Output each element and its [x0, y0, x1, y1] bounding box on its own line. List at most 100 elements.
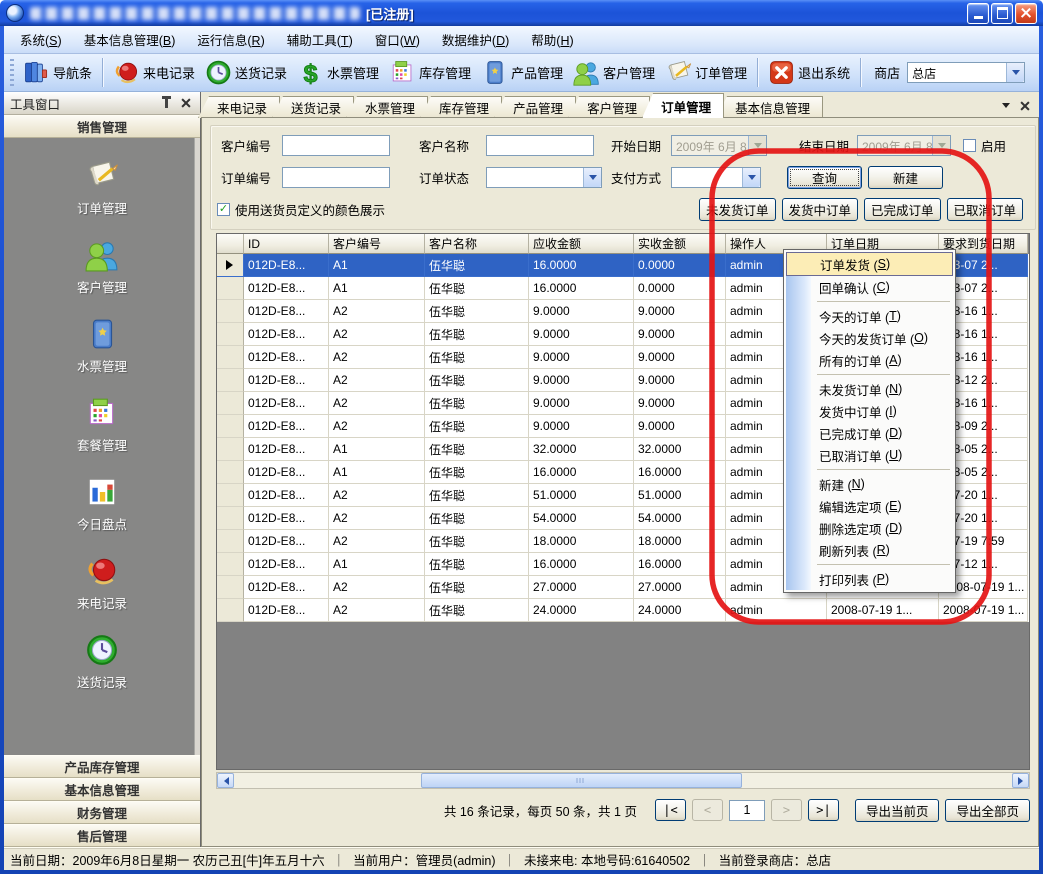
sidebar-group-button[interactable]: 基本信息管理: [4, 778, 200, 801]
filter-button-发货中订单[interactable]: 发货中订单: [782, 198, 859, 221]
sidebar-item-blue-book[interactable]: 水票管理: [4, 317, 200, 375]
toolbar-button-people[interactable]: 客户管理: [568, 57, 660, 88]
filter-panel: 客户编号 客户名称 开始日期 2009年 6月 8日 结束日期 20: [210, 125, 1036, 230]
export-all-pages-button[interactable]: 导出全部页: [945, 799, 1030, 822]
table-header-4[interactable]: 应收金额: [529, 234, 634, 254]
sidebar-item-clock[interactable]: 送货记录: [4, 633, 200, 691]
delivery-color-checkbox[interactable]: ✓: [217, 203, 230, 216]
toolbar-button-exit[interactable]: 退出系统: [763, 57, 855, 88]
sidebar-item-bar-chart[interactable]: 今日盘点: [4, 475, 200, 533]
table-header-3[interactable]: 客户名称: [425, 234, 529, 254]
maximize-button[interactable]: [991, 3, 1013, 24]
end-date-picker[interactable]: 2009年 6月 8日: [857, 135, 951, 156]
prev-page-button[interactable]: <: [692, 799, 723, 821]
new-button[interactable]: 新建: [868, 166, 943, 189]
pay-method-select[interactable]: [671, 167, 761, 188]
context-menu-item-N[interactable]: 新建 (N): [786, 473, 953, 495]
sidebar-group-sales[interactable]: 销售管理: [4, 115, 200, 138]
sidebar-group-button[interactable]: 产品库存管理: [4, 755, 200, 778]
page-number-input[interactable]: 1: [729, 800, 765, 821]
context-menu-item-O[interactable]: 今天的发货订单 (O): [786, 327, 953, 349]
filter-button-未发货订单[interactable]: 未发货订单: [699, 198, 776, 221]
pin-button[interactable]: [158, 95, 174, 111]
menu-item-S[interactable]: 系统(S): [10, 26, 72, 53]
color-checkbox-row: ✓ 使用送货员定义的颜色展示: [217, 199, 385, 220]
filter-button-已取消订单[interactable]: 已取消订单: [947, 198, 1024, 221]
export-current-page-button[interactable]: 导出当前页: [855, 799, 940, 822]
filter-button-已完成订单[interactable]: 已完成订单: [864, 198, 941, 221]
context-menu-item-C[interactable]: 回单确认 (C): [786, 276, 953, 298]
sidebar-header: 工具窗口: [4, 92, 200, 115]
toolbar-button-books[interactable]: 导航条: [18, 57, 97, 88]
context-menu-item-I[interactable]: 发货中订单 (I): [786, 400, 953, 422]
context-menu-item-D[interactable]: 已完成订单 (D): [786, 422, 953, 444]
tabs-close-icon[interactable]: [1020, 101, 1029, 110]
tab-库存管理[interactable]: 库存管理: [420, 96, 502, 118]
horizontal-scrollbar[interactable]: [216, 772, 1030, 789]
toolbar-button-dollar[interactable]: $水票管理: [292, 57, 384, 88]
scroll-left-button[interactable]: [217, 773, 234, 788]
table-header-1[interactable]: ID: [244, 234, 329, 254]
cell-customer_no: A2: [329, 507, 425, 530]
toolbar-button-scroll-pen[interactable]: 订单管理: [660, 57, 752, 88]
cell-receivable: 32.0000: [529, 438, 634, 461]
menu-item-R[interactable]: 运行信息(R): [187, 26, 274, 53]
cell-id: 012D-E8...: [244, 461, 329, 484]
context-menu-item-S[interactable]: 订单发货 (S): [786, 252, 953, 276]
menu-item-H[interactable]: 帮助(H): [521, 26, 583, 53]
cell-id: 012D-E8...: [244, 346, 329, 369]
menu-item-D[interactable]: 数据维护(D): [432, 26, 519, 53]
last-page-button[interactable]: >|: [808, 799, 839, 821]
context-menu-item-D[interactable]: 删除选定项 (D): [786, 517, 953, 539]
order-status-select[interactable]: [486, 167, 602, 188]
cell-order_date: 2008-07-19 1...: [827, 599, 939, 622]
tab-水票管理[interactable]: 水票管理: [346, 96, 428, 118]
scroll-right-button[interactable]: [1012, 773, 1029, 788]
sidebar-close-button[interactable]: [178, 95, 194, 111]
tab-送货记录[interactable]: 送货记录: [272, 96, 354, 118]
menu-item-W[interactable]: 窗口(W): [365, 26, 430, 53]
shop-select[interactable]: 总店: [907, 62, 1025, 83]
sidebar-item-bell[interactable]: 来电记录: [4, 554, 200, 612]
start-date-picker[interactable]: 2009年 6月 8日: [671, 135, 767, 156]
sidebar-item-people[interactable]: 客户管理: [4, 238, 200, 296]
toolbar-button-blue-book[interactable]: 产品管理: [476, 57, 568, 88]
enable-checkbox[interactable]: [963, 139, 976, 152]
customer-no-input[interactable]: [282, 135, 390, 156]
sidebar-group-button[interactable]: 售后管理: [4, 824, 200, 847]
order-no-input[interactable]: [282, 167, 390, 188]
toolbar-button-bell[interactable]: 来电记录: [108, 57, 200, 88]
context-menu-item-U[interactable]: 已取消订单 (U): [786, 444, 953, 466]
query-button[interactable]: 查询: [787, 166, 862, 189]
context-menu-item-P[interactable]: 打印列表 (P): [786, 568, 953, 590]
context-menu-item-T[interactable]: 今天的订单 (T): [786, 305, 953, 327]
tab-产品管理[interactable]: 产品管理: [494, 96, 576, 118]
minimize-button[interactable]: [967, 3, 989, 24]
scrollbar-thumb[interactable]: [421, 773, 742, 788]
context-menu-item-R[interactable]: 刷新列表 (R): [786, 539, 953, 561]
tab-基本信息管理[interactable]: 基本信息管理: [716, 96, 823, 118]
customer-name-input[interactable]: [486, 135, 594, 156]
sidebar-item-scroll-pen[interactable]: 订单管理: [4, 159, 200, 217]
first-page-button[interactable]: |<: [655, 799, 686, 821]
cell-received: 9.0000: [634, 323, 726, 346]
menu-item-T[interactable]: 辅助工具(T): [277, 26, 363, 53]
chevron-down-icon[interactable]: [1002, 103, 1010, 112]
table-header-2[interactable]: 客户编号: [329, 234, 425, 254]
scrollbar-track[interactable]: [234, 773, 1012, 788]
tab-来电记录[interactable]: 来电记录: [198, 96, 280, 118]
sidebar-group-button[interactable]: 财务管理: [4, 801, 200, 824]
menu-item-B[interactable]: 基本信息管理(B): [74, 26, 186, 53]
tab-客户管理[interactable]: 客户管理: [568, 96, 650, 118]
context-menu-item-A[interactable]: 所有的订单 (A): [786, 349, 953, 371]
table-row[interactable]: 012D-E8...A2伍华聪24.000024.0000admin2008-0…: [217, 599, 1029, 622]
toolbar-button-clock[interactable]: 送货记录: [200, 57, 292, 88]
table-header-5[interactable]: 实收金额: [634, 234, 726, 254]
context-menu-item-N[interactable]: 未发货订单 (N): [786, 378, 953, 400]
toolbar-button-calendar-grid[interactable]: 库存管理: [384, 57, 476, 88]
close-button[interactable]: [1015, 3, 1037, 24]
next-page-button[interactable]: >: [771, 799, 802, 821]
sidebar-item-calendar-grid[interactable]: 套餐管理: [4, 396, 200, 454]
context-menu-item-E[interactable]: 编辑选定项 (E): [786, 495, 953, 517]
tab-订单管理[interactable]: 订单管理: [642, 93, 724, 118]
